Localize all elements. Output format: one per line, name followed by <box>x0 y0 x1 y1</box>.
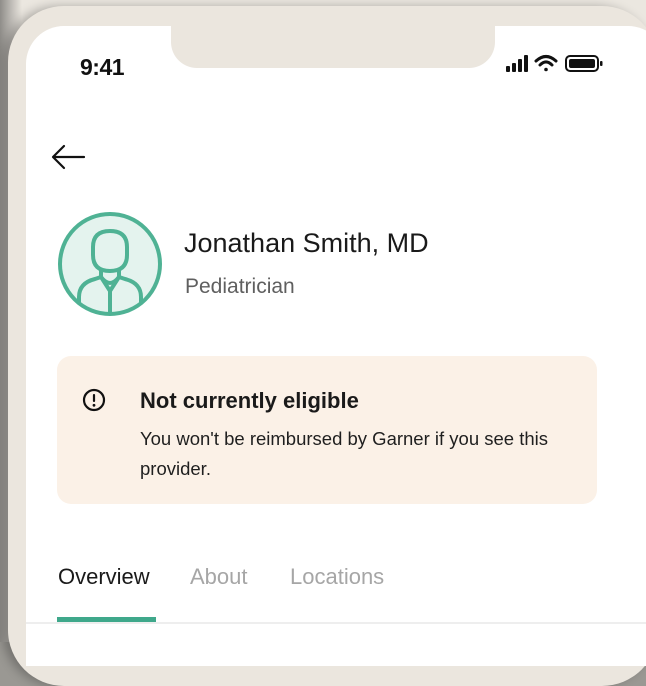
phone-screen: 9:41 Jonathan Smith, MD Pediatrician Not… <box>26 26 646 666</box>
provider-avatar <box>57 211 163 317</box>
provider-specialty: Pediatrician <box>185 275 295 298</box>
battery-icon <box>565 55 603 72</box>
wifi-icon <box>534 55 558 72</box>
user-avatar-icon <box>58 212 162 316</box>
status-time: 9:41 <box>80 54 125 80</box>
tab-divider <box>26 622 646 624</box>
arrow-left-icon <box>51 144 86 170</box>
exclamation-circle-icon <box>82 388 106 412</box>
alert-icon-wrap <box>82 388 106 412</box>
notch <box>171 26 495 68</box>
tab-about[interactable]: About <box>190 564 248 590</box>
tab-locations[interactable]: Locations <box>290 564 384 590</box>
status-icons <box>506 53 616 75</box>
alert-title: Not currently eligible <box>140 388 359 413</box>
tab-overview[interactable]: Overview <box>58 564 150 590</box>
eligibility-alert: Not currently eligible You won't be reim… <box>57 356 597 504</box>
alert-message: You won't be reimbursed by Garner if you… <box>140 428 549 479</box>
provider-name: Jonathan Smith, MD <box>184 228 429 258</box>
back-button[interactable] <box>48 140 88 174</box>
cellular-signal-icon <box>506 55 528 72</box>
